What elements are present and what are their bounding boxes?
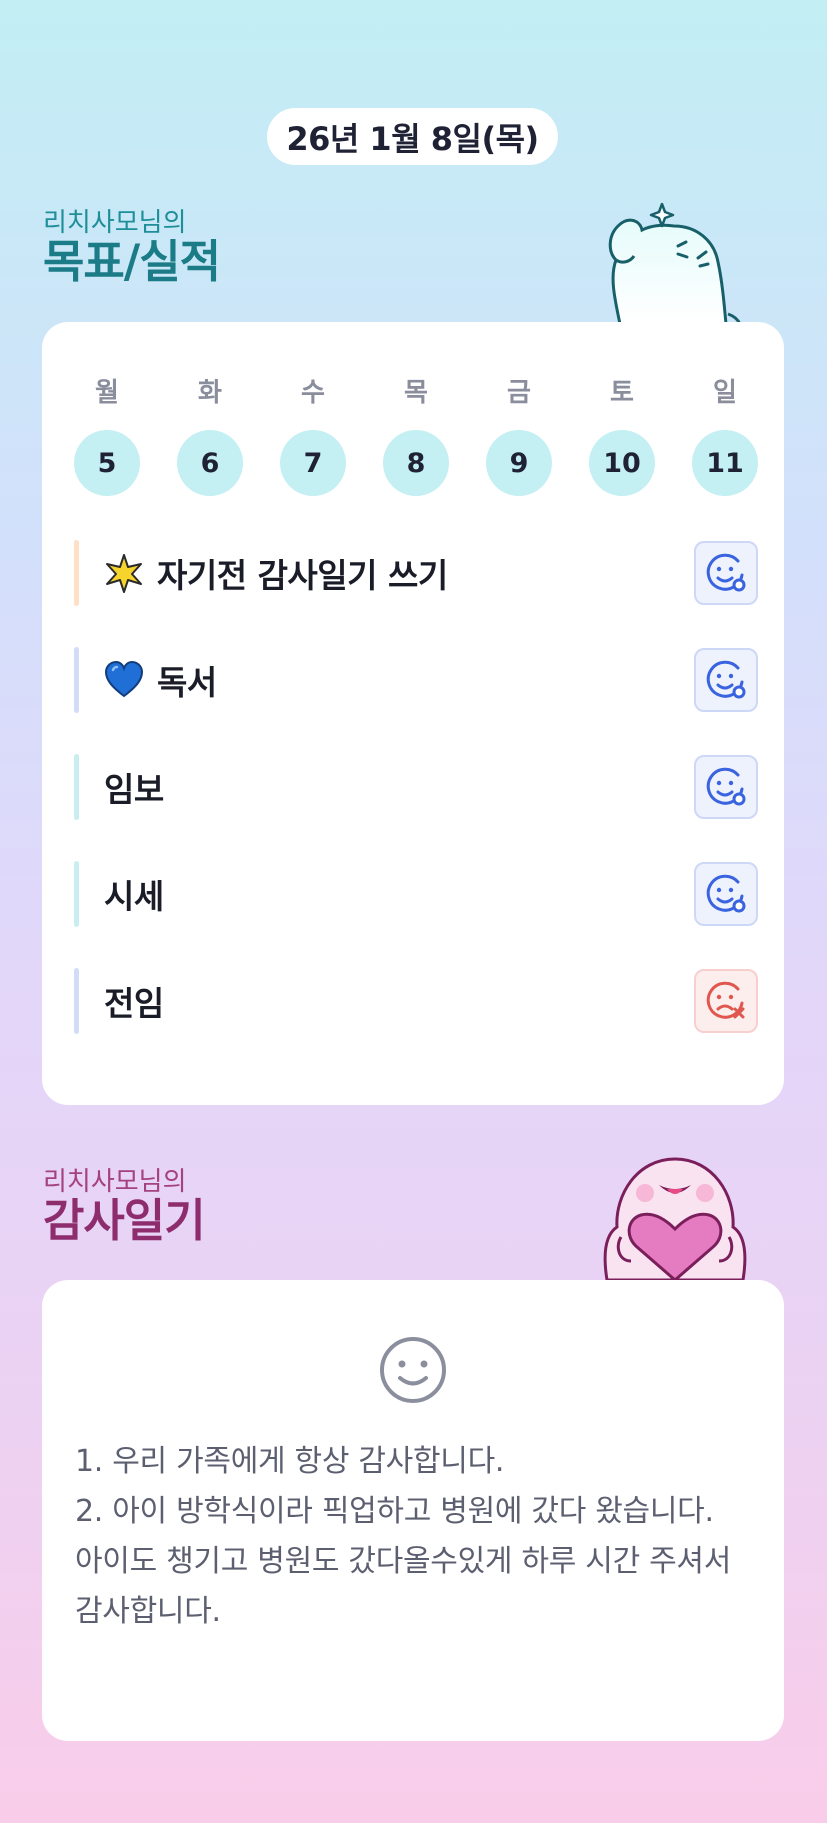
weekday-column[interactable]: 월 5 — [74, 375, 140, 496]
weekday-label: 월 — [95, 378, 119, 408]
weekday-label: 목 — [404, 378, 428, 408]
goal-row[interactable]: 전임 — [74, 968, 758, 1034]
weekday-date[interactable]: 5 — [74, 430, 140, 496]
smile-check-icon — [706, 553, 746, 592]
weekday-date[interactable]: 9 — [486, 430, 552, 496]
goal-status-button[interactable] — [694, 862, 758, 926]
gratitude-subtitle: 리치사모님의 — [43, 1167, 187, 1197]
weekday-label: 일 — [713, 378, 737, 408]
weekday-date[interactable]: 7 — [280, 430, 346, 496]
smile-check-icon — [706, 660, 746, 699]
thumbs-up-mascot-icon — [608, 202, 742, 324]
goal-status-button[interactable] — [694, 969, 758, 1033]
goal-accent-bar — [74, 647, 79, 713]
goal-status-button[interactable] — [694, 648, 758, 712]
sad-x-icon — [706, 981, 745, 1019]
weekday-label: 화 — [198, 378, 222, 408]
gratitude-section-header: 리치사모님의 감사일기 — [43, 1167, 206, 1247]
star-icon — [104, 553, 144, 593]
gratitude-title: 감사일기 — [43, 1194, 206, 1247]
goal-row[interactable]: 자기전 감사일기 쓰기 — [74, 540, 758, 606]
weekday-column[interactable]: 수 7 — [280, 375, 346, 496]
blue-heart-icon — [104, 660, 144, 700]
weekday-date[interactable]: 11 — [692, 430, 758, 496]
weekday-label: 금 — [507, 378, 531, 408]
gratitude-line: 2. 아이 방학식이라 픽업하고 병원에 갔다 왔습니다. — [75, 1494, 714, 1529]
smile-check-icon — [706, 767, 746, 806]
weekday-label: 토 — [610, 378, 634, 408]
goal-accent-bar — [74, 968, 79, 1034]
weekday-column[interactable]: 목 8 — [383, 375, 449, 496]
goal-label: 자기전 감사일기 쓰기 — [157, 556, 448, 595]
goal-label: 전임 — [104, 984, 164, 1023]
goal-row[interactable]: 독서 — [74, 647, 758, 713]
goal-label: 독서 — [157, 663, 217, 702]
goal-accent-bar — [74, 754, 79, 820]
goals-card: 월 5 화 6 수 7 목 8 금 9 토 10 일 11 자기전 감사일기 쓰… — [42, 322, 784, 1105]
goal-accent-bar — [74, 861, 79, 927]
date-label: 26년 1월 8일(목) — [286, 119, 539, 158]
goals-subtitle: 리치사모님의 — [43, 208, 187, 238]
weekday-column[interactable]: 일 11 — [692, 375, 758, 496]
goal-row[interactable]: 시세 — [74, 861, 758, 927]
goal-accent-bar — [74, 540, 79, 606]
goals-section-header: 리치사모님의 목표/실적 — [43, 208, 221, 288]
smile-check-icon — [706, 874, 746, 913]
goal-row[interactable]: 임보 — [74, 754, 758, 820]
goal-label: 임보 — [104, 770, 164, 809]
goal-status-button[interactable] — [694, 755, 758, 819]
gratitude-card: 1. 우리 가족에게 항상 감사합니다. 2. 아이 방학식이라 픽업하고 병원… — [42, 1280, 784, 1741]
gratitude-entry-text: 1. 우리 가족에게 항상 감사합니다. 2. 아이 방학식이라 픽업하고 병원… — [75, 1437, 755, 1637]
date-pill: 26년 1월 8일(목) — [267, 108, 558, 165]
weekday-date[interactable]: 8 — [383, 430, 449, 496]
goal-label: 시세 — [104, 877, 164, 916]
weekday-date[interactable]: 10 — [589, 430, 655, 496]
weekday-column[interactable]: 화 6 — [177, 375, 243, 496]
gratitude-line: 1. 우리 가족에게 항상 감사합니다. — [75, 1444, 505, 1479]
weekday-column[interactable]: 금 9 — [486, 375, 552, 496]
heart-hug-mascot-icon — [603, 1157, 747, 1280]
gratitude-line: 아이도 챙기고 병원도 갔다올수있게 하루 시간 주셔서 감사합니다. — [75, 1544, 732, 1629]
weekday-column[interactable]: 토 10 — [589, 375, 655, 496]
weekday-date[interactable]: 6 — [177, 430, 243, 496]
goals-title: 목표/실적 — [43, 235, 221, 288]
week-strip: 월 5 화 6 수 7 목 8 금 9 토 10 일 11 — [74, 375, 758, 496]
weekday-label: 수 — [301, 378, 325, 408]
smile-face-icon — [380, 1337, 446, 1403]
goal-status-button[interactable] — [694, 541, 758, 605]
